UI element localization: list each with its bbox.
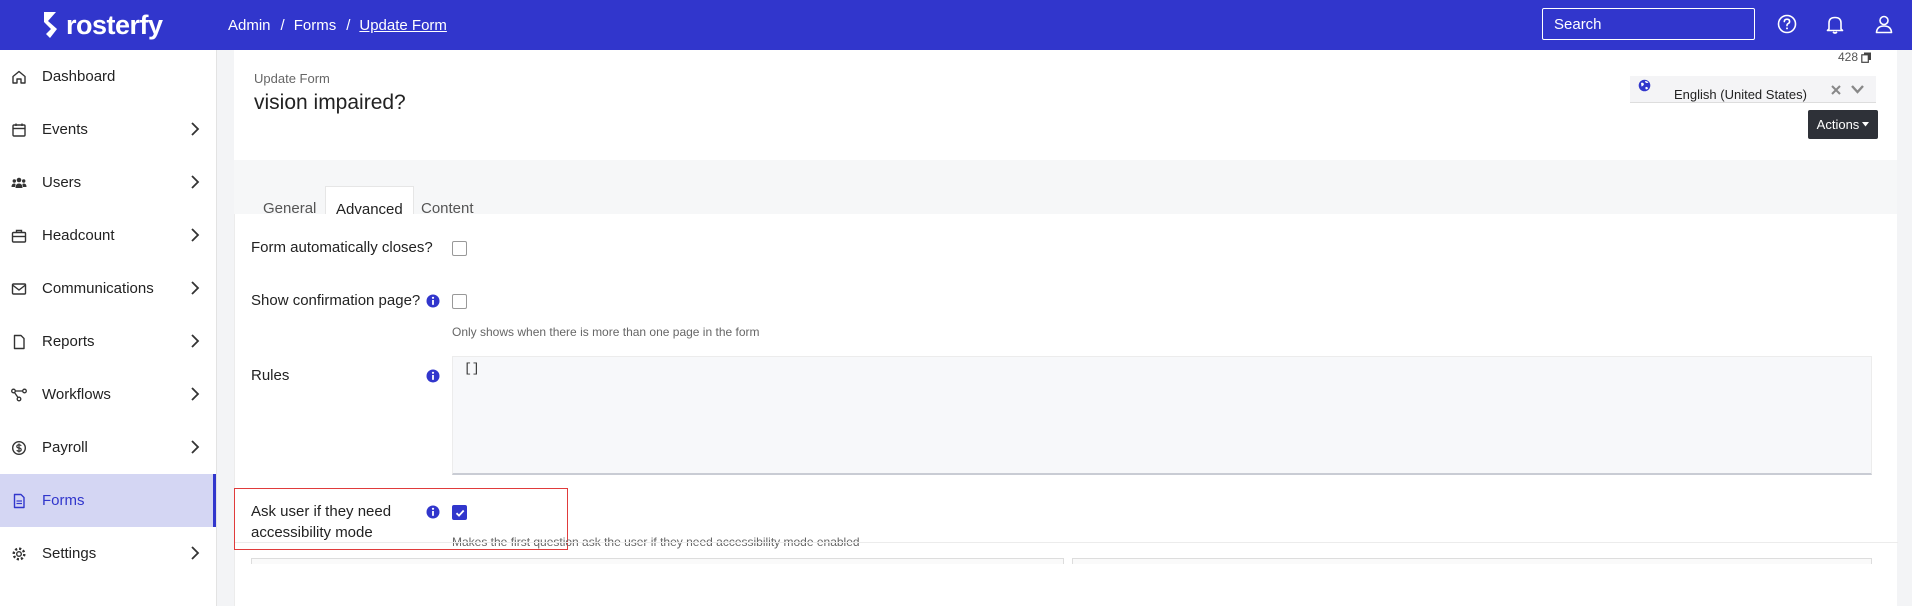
section-divider (235, 542, 1898, 543)
users-icon (11, 177, 27, 188)
logo-text: rosterfy (66, 9, 163, 40)
info-icon[interactable] (426, 369, 440, 383)
chevron-right-icon (191, 334, 200, 348)
sidebar-item-reports[interactable]: Reports (0, 315, 216, 368)
rosterfy-logo-icon (44, 12, 57, 38)
sidebar-item-events[interactable]: Events (0, 103, 216, 156)
breadcrumb: Admin / Forms / Update Form (228, 17, 447, 34)
breadcrumb-separator: / (280, 16, 285, 34)
checkmark-icon (455, 509, 465, 517)
language-value: English (United States) (1674, 87, 1807, 102)
sidebar-item-label: Forms (42, 492, 85, 509)
help-icon[interactable] (1776, 13, 1798, 35)
advanced-settings-form: Form automatically closes? Show confirma… (234, 214, 1898, 606)
tab-bar: General Advanced Content (234, 160, 1897, 234)
chevron-right-icon (191, 387, 200, 401)
chevron-down-icon[interactable] (1850, 83, 1865, 95)
sidebar-item-label: Settings (42, 545, 97, 562)
confirmation-help-text: Only shows when there is more than one p… (452, 325, 760, 339)
confirmation-page-checkbox[interactable] (452, 294, 467, 309)
actions-button[interactable]: Actions (1808, 110, 1878, 139)
sidebar-item-label: Reports (42, 333, 95, 350)
info-icon[interactable] (426, 505, 440, 519)
globe-icon (1638, 79, 1651, 92)
user-profile-icon[interactable] (1873, 13, 1895, 35)
sidebar-item-label: Headcount (42, 227, 115, 244)
sidebar-item-label: Events (42, 121, 88, 138)
accessibility-mode-checkbox[interactable] (452, 505, 467, 520)
actions-label: Actions (1816, 117, 1860, 132)
sidebar-item-label: Workflows (42, 386, 111, 403)
form-icon (13, 493, 25, 508)
chevron-right-icon (191, 440, 200, 454)
page-header: 428 Update Form vision impaired? English… (234, 50, 1897, 160)
sidebar-item-communications[interactable]: Communications (0, 262, 216, 315)
top-bar: rosterfy Admin / Forms / Update Form (0, 0, 1912, 50)
bottom-panel-left (251, 558, 1064, 564)
briefcase-icon (11, 229, 27, 243)
confirmation-page-label: Show confirmation page? (251, 292, 421, 309)
logo[interactable]: rosterfy (42, 10, 228, 41)
calendar-icon (12, 123, 26, 137)
sidebar-item-dashboard[interactable]: Dashboard (0, 50, 216, 103)
sidebar-item-workflows[interactable]: Workflows (0, 368, 216, 421)
sidebar-item-label: Payroll (42, 439, 88, 456)
dollar-icon (11, 440, 27, 455)
breadcrumb-admin[interactable]: Admin (228, 17, 271, 34)
chevron-right-icon (191, 228, 200, 242)
rules-editor[interactable]: [] (452, 356, 1872, 475)
mail-icon (11, 282, 27, 295)
sidebar-item-forms[interactable]: Forms (0, 474, 216, 527)
workflow-icon (11, 388, 27, 401)
breadcrumb-update-form[interactable]: Update Form (359, 17, 447, 34)
bottom-panel-right (1072, 558, 1872, 564)
sidebar-item-users[interactable]: Users (0, 156, 216, 209)
sidebar-item-label: Dashboard (42, 68, 116, 85)
home-icon (12, 70, 26, 84)
search-box (1542, 8, 1755, 40)
clear-icon[interactable] (1830, 84, 1842, 96)
chevron-right-icon (191, 122, 200, 136)
gear-icon (12, 546, 26, 561)
caret-down-icon (1862, 122, 1870, 127)
chevron-right-icon (191, 175, 200, 189)
rules-label: Rules (251, 367, 290, 384)
sidebar-item-payroll[interactable]: Payroll (0, 421, 216, 474)
search-input[interactable] (1554, 15, 1753, 33)
chevron-right-icon (191, 546, 200, 560)
sidebar-item-settings[interactable]: Settings (0, 527, 216, 580)
chevron-right-icon (191, 281, 200, 295)
info-icon[interactable] (426, 294, 440, 308)
breadcrumb-forms[interactable]: Forms (294, 17, 337, 34)
record-id: 428 (1838, 50, 1872, 64)
sidebar-item-label: Users (42, 174, 82, 191)
sidebar-item-label: Communications (42, 280, 154, 297)
page-subtitle: Update Form (254, 71, 330, 86)
record-id-value: 428 (1838, 50, 1859, 64)
notifications-bell-icon[interactable] (1824, 13, 1846, 35)
copy-icon[interactable] (1861, 52, 1872, 63)
page-title: vision impaired? (254, 91, 406, 114)
file-icon (13, 334, 25, 349)
sidebar: Dashboard Events Users Headcount Communi… (0, 50, 217, 606)
auto-close-label: Form automatically closes? (251, 239, 433, 256)
language-select[interactable]: English (United States) (1630, 76, 1876, 103)
main-content: 428 Update Form vision impaired? English… (234, 50, 1898, 606)
auto-close-checkbox[interactable] (452, 241, 467, 256)
sidebar-item-headcount[interactable]: Headcount (0, 209, 216, 262)
accessibility-mode-label: Ask user if they need accessibility mode (251, 503, 392, 541)
breadcrumb-separator: / (346, 16, 351, 34)
